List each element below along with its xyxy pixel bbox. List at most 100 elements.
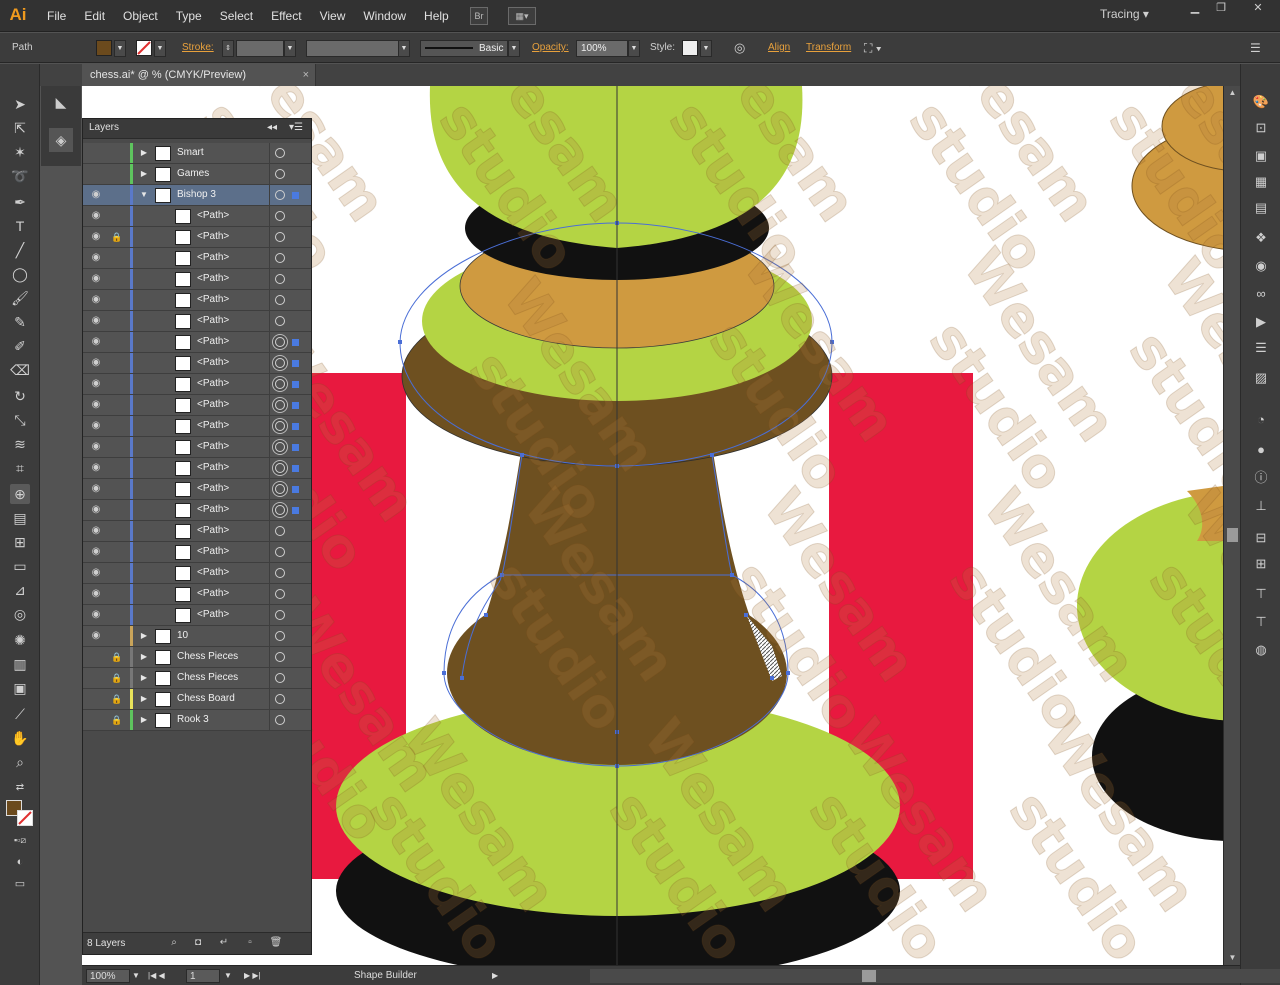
rotate-tool-icon[interactable]: ↻ [10, 386, 30, 406]
target-appearance-icon[interactable] [275, 169, 285, 179]
lock-icon[interactable] [111, 500, 123, 520]
sublayer-row[interactable]: ◉ <Path> [83, 374, 311, 395]
layer-row[interactable]: ◉ ▼ Bishop 3 [83, 185, 311, 206]
expand-toggle-icon[interactable]: ▶ [139, 710, 149, 730]
menu-view[interactable]: View [311, 0, 355, 32]
lock-icon[interactable] [111, 584, 123, 604]
layer-row[interactable]: ▶ Smart [83, 143, 311, 164]
sublayer-row[interactable]: ◉ <Path> [83, 563, 311, 584]
color-panel-icon[interactable]: 🎨 [1251, 92, 1271, 112]
lock-icon[interactable] [111, 374, 123, 394]
scale-tool-icon[interactable]: ⤡ [10, 410, 30, 430]
visibility-eye-icon[interactable] [89, 689, 103, 709]
sublayer-row[interactable]: ◉ <Path> [83, 311, 311, 332]
sublayer-row[interactable]: ◉ <Path> [83, 332, 311, 353]
lock-icon[interactable] [111, 185, 123, 205]
lock-icon[interactable] [111, 248, 123, 268]
zoom-input[interactable]: 100% [86, 969, 130, 983]
paragraph-panel-icon[interactable]: ⊤ [1251, 612, 1271, 632]
stroke-weight-stepper[interactable]: ⇕ [222, 40, 234, 57]
sublayer-row[interactable]: ◉ <Path> [83, 521, 311, 542]
menu-help[interactable]: Help [415, 0, 458, 32]
horizontal-scrollbar[interactable] [590, 969, 1280, 983]
selection-indicator[interactable] [292, 486, 299, 493]
gradient-tool-icon[interactable]: ▭ [10, 556, 30, 576]
target-appearance-icon[interactable] [275, 610, 285, 620]
navigator-panel-icon[interactable]: ◣ [49, 90, 73, 114]
visibility-eye-icon[interactable] [89, 164, 103, 184]
layer-row[interactable]: 🔒 ▶ Chess Pieces [83, 668, 311, 689]
artboard-number-input[interactable]: 1 [186, 969, 220, 983]
visibility-eye-icon[interactable]: ◉ [89, 416, 103, 436]
vertical-scroll-thumb[interactable] [1227, 528, 1238, 542]
sublayer-row[interactable]: ◉ <Path> [83, 353, 311, 374]
isolate-group-icon[interactable]: ⛶ ▾ [864, 33, 882, 63]
visibility-eye-icon[interactable]: ◉ [89, 437, 103, 457]
lock-icon[interactable] [111, 311, 123, 331]
info-panel-icon[interactable]: ⓘ [1251, 468, 1271, 488]
horizontal-scroll-thumb[interactable] [862, 970, 876, 982]
document-tab[interactable]: chess.ai* @ % (CMYK/Preview) × [82, 64, 316, 86]
visibility-eye-icon[interactable]: ◉ [89, 269, 103, 289]
target-appearance-icon[interactable] [275, 652, 285, 662]
opacity-input[interactable]: 100% [576, 40, 628, 57]
ellipse-tool-icon[interactable]: ◯ [10, 264, 30, 284]
arrange-documents-button[interactable]: ▦▾ [508, 7, 536, 25]
symbol-sprayer-tool-icon[interactable]: ✺ [10, 630, 30, 650]
target-appearance-icon[interactable] [275, 253, 285, 263]
lock-icon[interactable]: 🔒 [111, 647, 123, 667]
visibility-eye-icon[interactable]: ◉ [89, 248, 103, 268]
lock-icon[interactable] [111, 521, 123, 541]
stroke-dropdown[interactable]: ▼ [154, 40, 166, 57]
pencil-tool-icon[interactable]: ✎ [10, 312, 30, 332]
sublayer-row[interactable]: ◉ <Path> [83, 584, 311, 605]
visibility-eye-icon[interactable]: ◉ [89, 311, 103, 331]
brushes-panel-icon[interactable]: ▤ [1251, 198, 1271, 218]
free-transform-tool-icon[interactable]: ⌗ [10, 458, 30, 478]
sublayer-row[interactable]: ◉ <Path> [83, 395, 311, 416]
visibility-eye-icon[interactable]: ◉ [89, 542, 103, 562]
create-sublayer-icon[interactable]: ↵ [217, 936, 231, 950]
workspace-switcher[interactable]: Tracing ▾ [1100, 7, 1149, 21]
visibility-eye-icon[interactable] [89, 710, 103, 730]
swatches-panel-icon[interactable]: ▦ [1251, 172, 1271, 192]
next-last-artboard[interactable]: ▶ ▶| [244, 969, 284, 983]
sublayer-row[interactable]: ◉ <Path> [83, 206, 311, 227]
lock-icon[interactable]: 🔒 [111, 710, 123, 730]
sublayer-row[interactable]: ◉ 🔒 <Path> [83, 227, 311, 248]
direct-selection-tool-icon[interactable]: ⇱ [10, 118, 30, 138]
brush-dropdown[interactable]: ▼ [508, 40, 520, 57]
visibility-eye-icon[interactable]: ◉ [89, 500, 103, 520]
visibility-eye-icon[interactable]: ◉ [89, 395, 103, 415]
color-mode-icons[interactable]: ▪▫⧄ [10, 830, 30, 850]
close-tab-icon[interactable]: × [303, 64, 309, 86]
expand-toggle-icon[interactable]: ▶ [139, 689, 149, 709]
make-clipping-mask-icon[interactable]: ◘ [191, 936, 205, 950]
graphic-styles-panel-icon[interactable]: ● [1251, 440, 1271, 460]
align-panel-icon[interactable]: ⊥ [1251, 496, 1271, 516]
menu-effect[interactable]: Effect [262, 0, 310, 32]
recolor-artwork-icon[interactable]: ◎ [734, 33, 745, 63]
default-colors-icon[interactable]: ⇄ [10, 778, 30, 798]
sublayer-row[interactable]: ◉ <Path> [83, 542, 311, 563]
target-appearance-icon[interactable] [275, 463, 285, 473]
target-appearance-icon[interactable] [275, 316, 285, 326]
blend-tool-icon[interactable]: ◎ [10, 604, 30, 624]
visibility-eye-icon[interactable]: ◉ [89, 374, 103, 394]
graphic-style-dropdown[interactable]: ▼ [700, 40, 712, 57]
layer-row[interactable]: 🔒 ▶ Chess Board [83, 689, 311, 710]
lock-icon[interactable] [111, 542, 123, 562]
target-appearance-icon[interactable] [275, 673, 285, 683]
visibility-eye-icon[interactable]: ◉ [89, 479, 103, 499]
pen-tool-icon[interactable]: ✒ [10, 192, 30, 212]
visibility-eye-icon[interactable]: ◉ [89, 584, 103, 604]
target-appearance-icon[interactable] [275, 358, 285, 368]
selection-indicator[interactable] [292, 423, 299, 430]
visibility-eye-icon[interactable]: ◉ [89, 290, 103, 310]
stroke-panel-icon[interactable]: ☰ [1251, 338, 1271, 358]
graphic-style-swatch[interactable] [682, 40, 698, 56]
lock-icon[interactable] [111, 416, 123, 436]
target-appearance-icon[interactable] [275, 547, 285, 557]
layers-panel-menu-icon[interactable]: ▾☰ [289, 122, 303, 133]
sublayer-row[interactable]: ◉ <Path> [83, 290, 311, 311]
